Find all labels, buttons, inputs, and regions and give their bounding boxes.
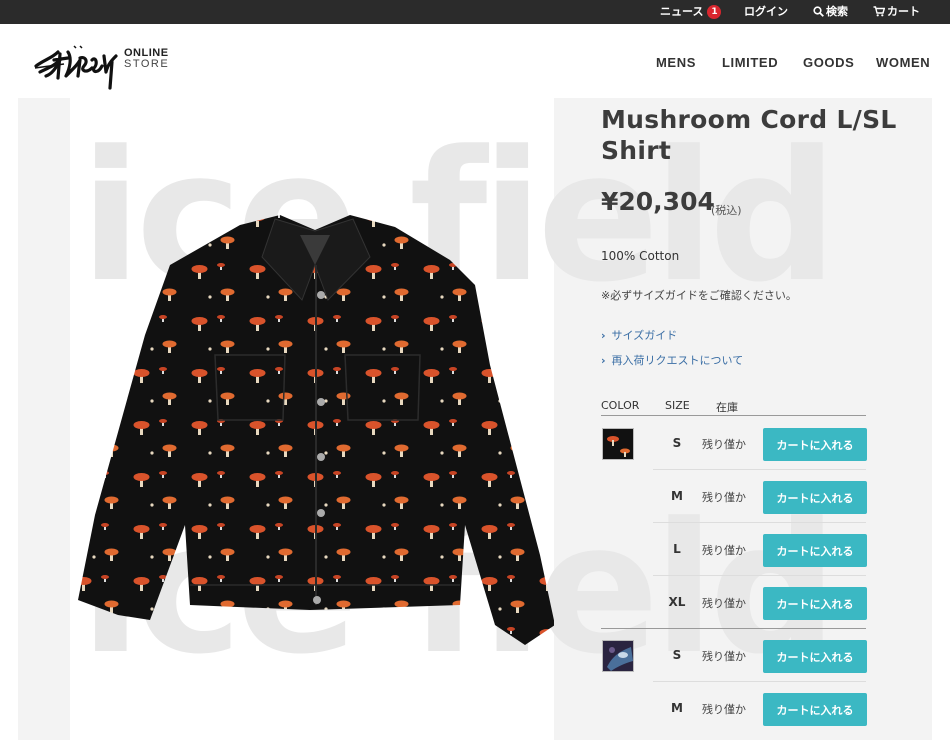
variant-size: M <box>671 489 683 503</box>
tax-included-note: (税込) <box>711 204 742 217</box>
news-count-badge: 1 <box>707 5 722 19</box>
size-guide-link[interactable]: › サイズガイド <box>601 327 677 343</box>
site-header: ONLINE STORE MENS LIMITED GOODS WOMEN <box>0 24 950 98</box>
variant-stock: 残り僅か <box>702 544 746 557</box>
search-label: 検索 <box>826 5 848 18</box>
color-swatch-navy-print[interactable] <box>602 640 634 672</box>
column-header-stock: 在庫 <box>716 401 738 414</box>
login-link[interactable]: ログイン <box>744 0 788 24</box>
product-price: ¥20,304 <box>601 187 715 216</box>
chevron-right-icon: › <box>601 354 606 367</box>
add-to-cart-button[interactable]: カートに入れる <box>763 481 867 514</box>
stussy-logo[interactable] <box>34 38 124 90</box>
nav-goods[interactable]: GOODS <box>803 55 854 70</box>
variant-row: S 残り僅か カートに入れる <box>601 629 867 682</box>
cart-icon <box>873 6 885 17</box>
product-material: 100% Cotton <box>601 249 680 263</box>
variant-stock: 残り僅か <box>702 491 746 504</box>
logo-sub-store: STORE <box>124 58 170 70</box>
variant-size: S <box>672 436 682 450</box>
variant-row: S 残り僅か カートに入れる <box>601 417 867 470</box>
variant-stock: 残り僅か <box>702 438 746 451</box>
color-swatch-black-mushroom[interactable] <box>602 428 634 460</box>
column-header-color: COLOR <box>601 399 640 412</box>
restock-link-label: 再入荷リクエストについて <box>611 354 744 367</box>
variant-row: XL 残り僅か カートに入れる <box>601 576 867 629</box>
variant-size: S <box>672 648 682 662</box>
chevron-right-icon: › <box>601 329 606 342</box>
add-to-cart-button[interactable]: カートに入れる <box>763 693 867 726</box>
add-to-cart-button[interactable]: カートに入れる <box>763 534 867 567</box>
news-label: ニュース <box>660 5 704 18</box>
nav-mens[interactable]: MENS <box>656 55 696 70</box>
logo-subtitle: ONLINE STORE <box>124 48 169 70</box>
variant-stock: 残り僅か <box>702 597 746 610</box>
search-link[interactable]: 検索 <box>813 0 848 24</box>
nav-limited[interactable]: LIMITED <box>722 55 778 70</box>
variant-size: XL <box>668 595 686 609</box>
cart-label: カート <box>887 5 920 18</box>
variant-stock: 残り僅か <box>702 703 746 716</box>
add-to-cart-button[interactable]: カートに入れる <box>763 640 867 673</box>
nav-women[interactable]: WOMEN <box>876 55 930 70</box>
variant-size: M <box>671 701 683 715</box>
product-image-shirt[interactable] <box>70 205 554 655</box>
variant-size: L <box>673 542 681 556</box>
size-guide-link-label: サイズガイド <box>611 329 678 342</box>
variant-row: M 残り僅か カートに入れる <box>601 682 867 735</box>
top-utility-bar: ニュース 1 ログイン 検索 カート <box>0 0 950 24</box>
news-link[interactable]: ニュース 1 <box>660 0 722 24</box>
size-guide-notice: ※必ずサイズガイドをご確認ください。 <box>601 289 797 302</box>
add-to-cart-button[interactable]: カートに入れる <box>763 587 867 620</box>
table-header-divider <box>601 415 866 416</box>
column-header-size: SIZE <box>665 399 690 412</box>
search-icon <box>813 6 824 17</box>
cart-link[interactable]: カート <box>873 0 920 24</box>
variant-stock: 残り僅か <box>702 650 746 663</box>
product-title: Mushroom Cord L/SL Shirt <box>601 105 897 165</box>
add-to-cart-button[interactable]: カートに入れる <box>763 428 867 461</box>
variant-row: M 残り僅か カートに入れる <box>601 470 867 523</box>
restock-request-link[interactable]: › 再入荷リクエストについて <box>601 352 743 368</box>
variant-row: L 残り僅か カートに入れる <box>601 523 867 576</box>
